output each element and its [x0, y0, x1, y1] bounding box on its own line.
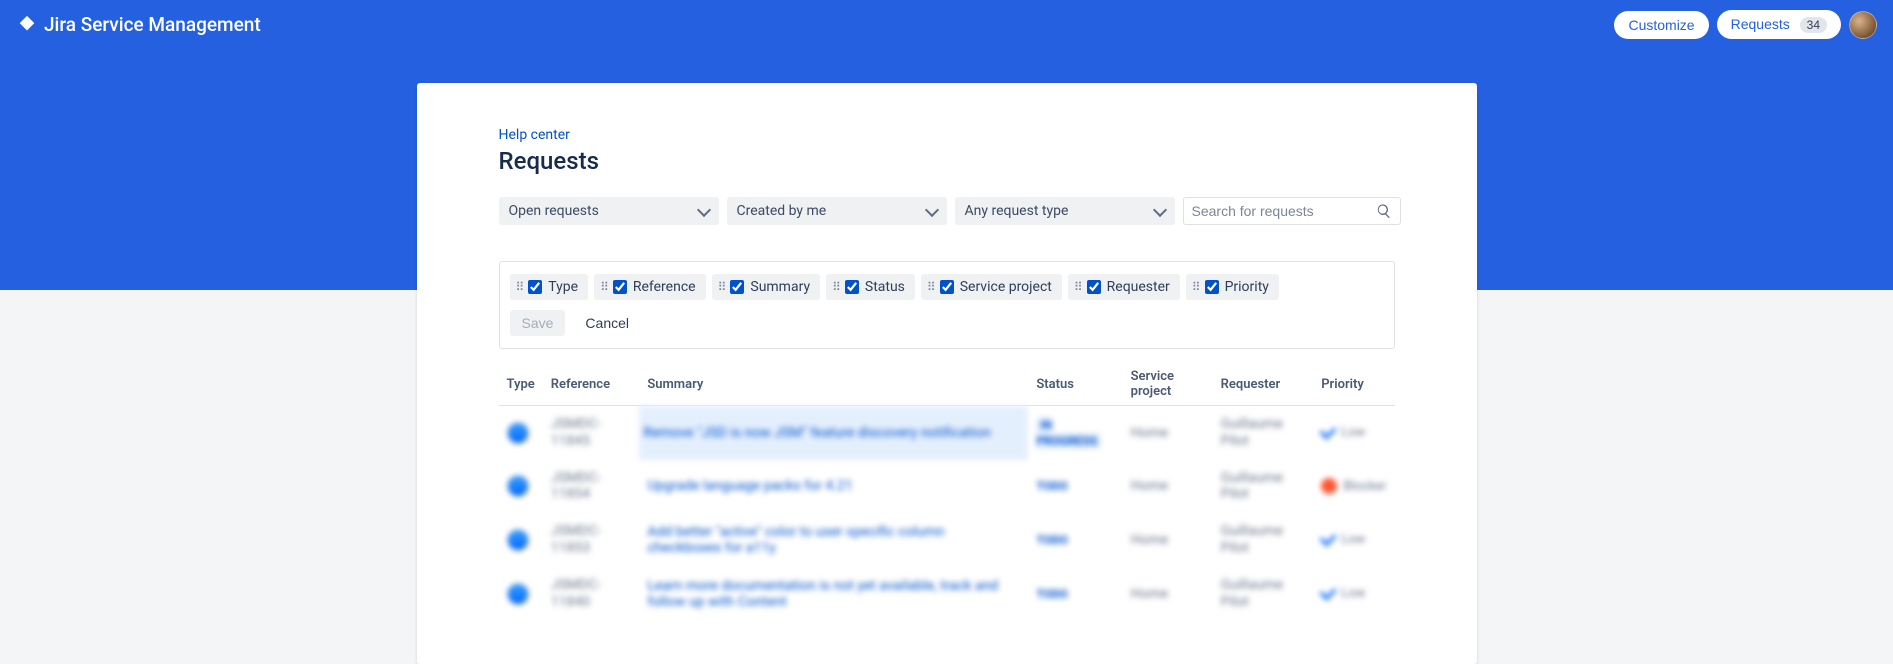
- col-header-reference[interactable]: Reference: [543, 363, 640, 406]
- filter-creator-select[interactable]: Created by me: [727, 197, 947, 225]
- column-chip-label: Type: [548, 279, 578, 295]
- summary-cell[interactable]: Upgrade language packs for 4.21: [639, 460, 1028, 514]
- request-type-icon: [507, 583, 529, 605]
- table-row[interactable]: JSMDC-11854Upgrade language packs for 4.…: [499, 460, 1395, 514]
- request-type-icon: [507, 475, 529, 497]
- summary-cell[interactable]: Add better "active" color to user specif…: [639, 513, 1028, 567]
- customize-label: Customize: [1628, 17, 1694, 33]
- col-header-status[interactable]: Status: [1028, 363, 1122, 406]
- col-header-summary[interactable]: Summary: [639, 363, 1028, 406]
- drag-handle-icon[interactable]: ⠿: [1192, 281, 1199, 293]
- requester-cell: Guillaume Pilot: [1213, 460, 1314, 514]
- status-badge: TODO: [1036, 479, 1068, 493]
- col-header-type[interactable]: Type: [499, 363, 543, 406]
- priority-low-icon: [1320, 422, 1337, 439]
- column-chip-service-project[interactable]: ⠿ Service project: [921, 274, 1062, 300]
- requester-cell: Guillaume Pilot: [1213, 406, 1314, 460]
- service-project-cell: Home: [1123, 513, 1213, 567]
- status-badge: TODO: [1036, 587, 1068, 601]
- priority-cell: Low: [1321, 532, 1386, 547]
- column-chip-label: Summary: [750, 279, 810, 295]
- drag-handle-icon[interactable]: ⠿: [718, 281, 725, 293]
- requester-cell: Guillaume Pilot: [1213, 567, 1314, 621]
- column-chip-priority[interactable]: ⠿ Priority: [1186, 274, 1279, 300]
- table-row[interactable]: JSMDC-11845Remove "JSD is now JSM" featu…: [499, 406, 1395, 460]
- priority-blocker-icon: [1321, 478, 1337, 494]
- priority-cell: Low: [1321, 425, 1386, 440]
- request-type-icon: [507, 422, 529, 444]
- search-icon: [1376, 203, 1392, 219]
- requests-button[interactable]: Requests 34: [1717, 10, 1841, 39]
- drag-handle-icon[interactable]: ⠿: [516, 281, 523, 293]
- cancel-button[interactable]: Cancel: [573, 310, 641, 336]
- drag-handle-icon[interactable]: ⠿: [1074, 281, 1081, 293]
- column-checkbox[interactable]: [1087, 280, 1101, 294]
- priority-cell: Blocker: [1321, 478, 1386, 494]
- customize-button[interactable]: Customize: [1614, 11, 1708, 39]
- chevron-down-icon: [1152, 202, 1166, 216]
- filter-type-label: Any request type: [965, 203, 1069, 219]
- drag-handle-icon[interactable]: ⠿: [600, 281, 607, 293]
- service-project-cell: Home: [1123, 406, 1213, 460]
- drag-handle-icon[interactable]: ⠿: [832, 281, 839, 293]
- column-chip-label: Service project: [960, 279, 1052, 295]
- service-project-cell: Home: [1123, 567, 1213, 621]
- request-type-icon: [507, 529, 529, 551]
- column-chip-label: Status: [865, 279, 905, 295]
- column-chip-requester[interactable]: ⠿ Requester: [1068, 274, 1180, 300]
- reference-cell: JSMDC-11845: [543, 406, 640, 460]
- search-input[interactable]: [1192, 203, 1376, 219]
- priority-cell: Low: [1321, 586, 1386, 601]
- column-chip-label: Priority: [1225, 279, 1269, 295]
- avatar[interactable]: [1849, 11, 1877, 39]
- filter-type-select[interactable]: Any request type: [955, 197, 1175, 225]
- filter-status-label: Open requests: [509, 203, 599, 219]
- brand-label: Jira Service Management: [44, 13, 261, 36]
- table-row[interactable]: JSMDC-11840Learn more documentation is n…: [499, 567, 1395, 621]
- summary-cell[interactable]: Learn more documentation is not yet avai…: [639, 567, 1028, 621]
- summary-cell[interactable]: Remove "JSD is now JSM" feature discover…: [639, 406, 1028, 460]
- requests-table: Type Reference Summary Status Service pr…: [499, 363, 1395, 620]
- col-header-priority[interactable]: Priority: [1313, 363, 1394, 406]
- search-container: [1183, 197, 1401, 225]
- status-badge: IN PROGRESS: [1036, 417, 1101, 449]
- main-card: Help center Requests Open requests Creat…: [417, 83, 1477, 664]
- table-row[interactable]: JSMDC-11853Add better "active" color to …: [499, 513, 1395, 567]
- page-title: Requests: [499, 147, 1395, 175]
- column-chip-reference[interactable]: ⠿ Reference: [594, 274, 706, 300]
- column-checkbox[interactable]: [940, 280, 954, 294]
- column-chip-type[interactable]: ⠿ Type: [510, 274, 589, 300]
- priority-low-icon: [1320, 529, 1337, 546]
- requests-count-badge: 34: [1800, 17, 1827, 33]
- column-checkbox[interactable]: [730, 280, 744, 294]
- status-badge: TODO: [1036, 533, 1068, 547]
- chevron-down-icon: [924, 202, 938, 216]
- requester-cell: Guillaume Pilot: [1213, 513, 1314, 567]
- save-button[interactable]: Save: [510, 310, 566, 336]
- reference-cell: JSMDC-11854: [543, 460, 640, 514]
- column-chip-summary[interactable]: ⠿ Summary: [712, 274, 821, 300]
- column-checkbox[interactable]: [613, 280, 627, 294]
- column-chip-status[interactable]: ⠿ Status: [826, 274, 915, 300]
- drag-handle-icon[interactable]: ⠿: [927, 281, 934, 293]
- column-config-panel: ⠿ Type ⠿ Reference ⠿ Summary ⠿ Status ⠿ Service p…: [499, 261, 1395, 349]
- requests-label: Requests: [1731, 16, 1790, 32]
- filter-status-select[interactable]: Open requests: [499, 197, 719, 225]
- column-chip-label: Requester: [1107, 279, 1170, 295]
- col-header-service-project[interactable]: Service project: [1123, 363, 1213, 406]
- reference-cell: JSMDC-11840: [543, 567, 640, 621]
- column-checkbox[interactable]: [1205, 280, 1219, 294]
- breadcrumb[interactable]: Help center: [499, 127, 570, 143]
- column-checkbox[interactable]: [528, 280, 542, 294]
- priority-low-icon: [1320, 583, 1337, 600]
- column-chip-label: Reference: [633, 279, 696, 295]
- filter-creator-label: Created by me: [737, 203, 827, 219]
- service-project-cell: Home: [1123, 460, 1213, 514]
- column-checkbox[interactable]: [845, 280, 859, 294]
- jira-logo-icon: [16, 14, 38, 36]
- brand: Jira Service Management: [16, 13, 261, 36]
- col-header-requester[interactable]: Requester: [1213, 363, 1314, 406]
- chevron-down-icon: [696, 202, 710, 216]
- reference-cell: JSMDC-11853: [543, 513, 640, 567]
